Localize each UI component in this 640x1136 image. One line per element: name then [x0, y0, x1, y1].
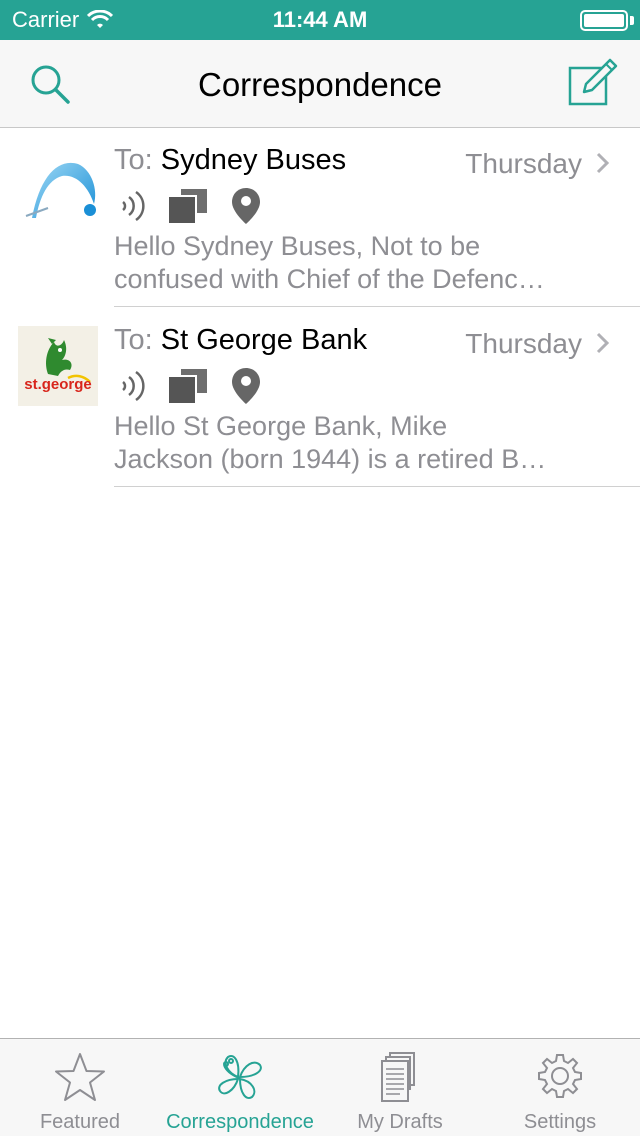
message-content: To: St George Bank Thursday Hello St Geo… [114, 308, 640, 487]
nav-bar: Correspondence [0, 40, 640, 128]
location-pin-icon [232, 368, 260, 404]
drafts-icon [381, 1052, 415, 1102]
audio-icon [122, 370, 145, 402]
message-to: To: Sydney Buses [114, 144, 346, 177]
preview-line: Jackson (born 1944) is a retired B… [114, 444, 547, 474]
message-list: To: Sydney Buses Thursday Hello Sydney B… [0, 128, 640, 488]
tab-featured[interactable]: Featured [0, 1039, 160, 1136]
message-row[interactable]: st.george To: St George Bank Thursday He… [0, 308, 640, 488]
tab-my-drafts[interactable]: My Drafts [320, 1039, 480, 1136]
page-title: Correspondence [198, 66, 442, 103]
recipient-name: Sydney Buses [160, 144, 347, 176]
hibiscus-icon [218, 1055, 262, 1099]
photos-icon [167, 187, 209, 225]
chevron-right-icon [596, 152, 610, 174]
message-content: To: Sydney Buses Thursday Hello Sydney B… [114, 128, 640, 307]
message-to: To: St George Bank [114, 324, 367, 357]
message-attachments [120, 366, 262, 406]
message-date: Thursday [465, 328, 582, 359]
tab-label: Featured [39, 1111, 121, 1133]
tab-settings[interactable]: Settings [480, 1039, 640, 1136]
message-date: Thursday [465, 148, 582, 179]
tab-bar: Featured Correspondence My Drafts Settin… [0, 1038, 640, 1136]
to-prefix: To: [114, 324, 153, 356]
preview-line: Hello Sydney Buses, Not to be [114, 231, 481, 261]
battery-tip [630, 16, 634, 25]
preview-line: Hello St George Bank, Mike [114, 411, 448, 441]
compose-icon[interactable] [566, 58, 618, 110]
preview-line: confused with Chief of the Defenc… [114, 264, 545, 294]
message-preview: Hello Sydney Buses, Not to be confused w… [114, 230, 600, 296]
sydney-buses-logo [25, 162, 96, 218]
chevron-right-icon [596, 332, 610, 354]
tab-label: My Drafts [357, 1111, 443, 1133]
recipient-name: St George Bank [160, 324, 368, 356]
tab-label: Correspondence [166, 1111, 314, 1133]
battery-icon [580, 10, 628, 31]
message-preview: Hello St George Bank, Mike Jackson (born… [114, 410, 600, 476]
tab-correspondence[interactable]: Correspondence [160, 1039, 320, 1136]
photos-icon [167, 367, 209, 405]
st-george-logo: st.george [18, 326, 98, 406]
status-bar: Carrier 11:44 AM [0, 0, 640, 40]
message-attachments [120, 186, 262, 226]
to-prefix: To: [114, 144, 153, 176]
gear-icon [538, 1054, 582, 1098]
audio-icon [122, 190, 145, 222]
st-george-logo-text: st.george [24, 376, 92, 393]
message-row[interactable]: To: Sydney Buses Thursday Hello Sydney B… [0, 128, 640, 308]
tab-label: Settings [523, 1111, 597, 1133]
status-time: 11:44 AM [272, 7, 368, 32]
location-pin-icon [232, 188, 260, 224]
star-icon [55, 1053, 105, 1101]
